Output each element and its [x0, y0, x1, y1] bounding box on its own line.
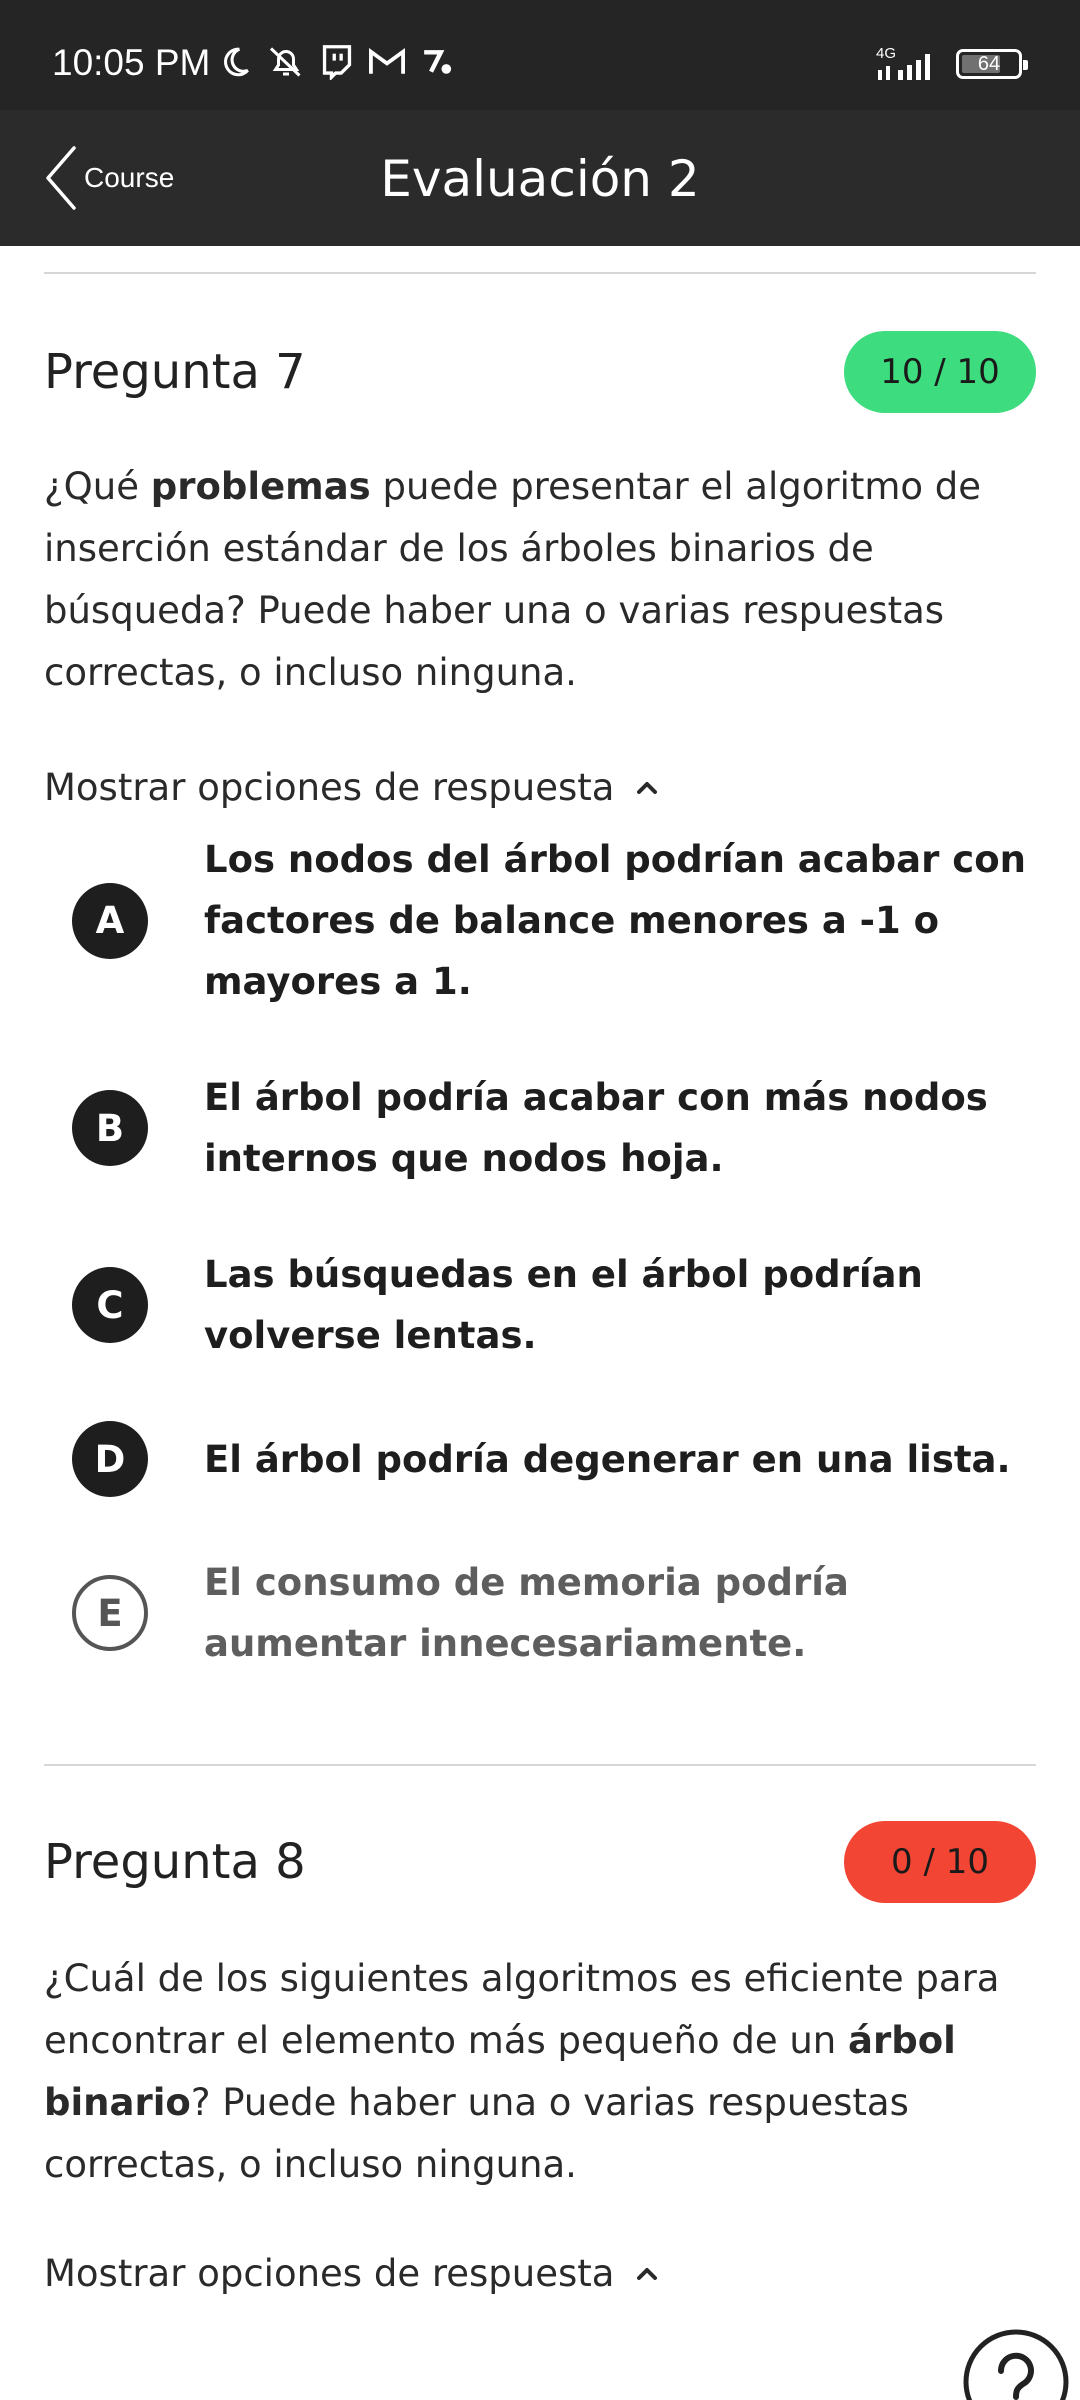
status-right: 4G 64: [874, 44, 1028, 84]
notification-icons: [218, 44, 456, 80]
question-header: Pregunta 8 0 / 10: [44, 1820, 1036, 1904]
answer-option-d[interactable]: D El árbol podría degenerar en una lista…: [72, 1421, 1036, 1497]
show-options-toggle[interactable]: Mostrar opciones de respuesta: [44, 2252, 1036, 2295]
show-options-toggle[interactable]: Mostrar opciones de respuesta: [44, 766, 1036, 809]
help-circle-icon: [963, 2329, 1069, 2400]
gmail-icon: [369, 48, 405, 74]
moon-icon: [224, 47, 249, 77]
option-text: El árbol podría degenerar en una lista.: [204, 1437, 1011, 1481]
battery-level: 64: [977, 52, 1001, 75]
question-card: Pregunta 7 10 / 10 ¿Qué problemas puede …: [44, 330, 1036, 1674]
question-title: Pregunta 7: [44, 344, 306, 400]
app-bar: Course Evaluación 2: [0, 110, 1080, 246]
answer-option-b[interactable]: B El árbol podría acabar con más nodos i…: [72, 1067, 1036, 1189]
battery-icon: 64: [956, 49, 1028, 79]
score-badge: 0 / 10: [844, 1821, 1036, 1903]
option-text: El consumo de memoria podría aumentar in…: [204, 1561, 849, 1665]
network-type: 4G: [876, 45, 896, 62]
question-header: Pregunta 7 10 / 10: [44, 330, 1036, 414]
answer-option-c[interactable]: C Las búsquedas en el árbol podrían volv…: [72, 1244, 1036, 1366]
score-badge: 10 / 10: [844, 331, 1036, 413]
chevron-up-icon: [637, 781, 658, 794]
mute-icon: [269, 47, 301, 77]
question-text: ¿Cuál de los siguientes algoritmos es ef…: [44, 1957, 1000, 2186]
page-title: Evaluación 2: [380, 150, 700, 208]
option-text: Las búsquedas en el árbol podrían volver…: [204, 1253, 923, 1357]
divider: [44, 272, 1036, 274]
twitch-icon: [322, 45, 352, 80]
option-text: Los nodos del árbol podrían acabar con f…: [204, 838, 1026, 1003]
app-notification-icon: [424, 50, 452, 74]
question-list[interactable]: Pregunta 7 10 / 10 ¿Qué problemas puede …: [44, 246, 1036, 2295]
answer-option-a[interactable]: A Los nodos del árbol podrían acabar con…: [72, 829, 1036, 1012]
option-letter-badge: C: [72, 1267, 148, 1343]
toggle-label: Mostrar opciones de respuesta: [44, 2252, 615, 2295]
toggle-label: Mostrar opciones de respuesta: [44, 766, 615, 809]
question-text: ¿Qué problemas puede presentar el algori…: [44, 465, 982, 694]
option-letter-badge: B: [72, 1090, 148, 1166]
question-title: Pregunta 8: [44, 1834, 306, 1890]
status-time: 10:05 PM: [52, 42, 211, 83]
question-card: Pregunta 8 0 / 10 ¿Cuál de los siguiente…: [44, 1820, 1036, 2295]
answer-option-e[interactable]: E El consumo de memoria podría aumentar …: [72, 1552, 1036, 1674]
divider: [44, 1764, 1036, 1766]
option-letter-badge: A: [72, 882, 148, 959]
option-text: El árbol podría acabar con más nodos int…: [204, 1076, 988, 1180]
answer-options: A Los nodos del árbol podrían acabar con…: [72, 829, 1036, 1674]
signal-icon: 4G: [876, 45, 930, 80]
option-letter-badge: E: [72, 1575, 148, 1651]
help-button[interactable]: [960, 2326, 1072, 2400]
chevron-up-icon: [637, 2267, 658, 2280]
status-bar: 10:05 PM 4G 64: [0, 0, 1080, 110]
option-letter-badge: D: [72, 1421, 148, 1497]
